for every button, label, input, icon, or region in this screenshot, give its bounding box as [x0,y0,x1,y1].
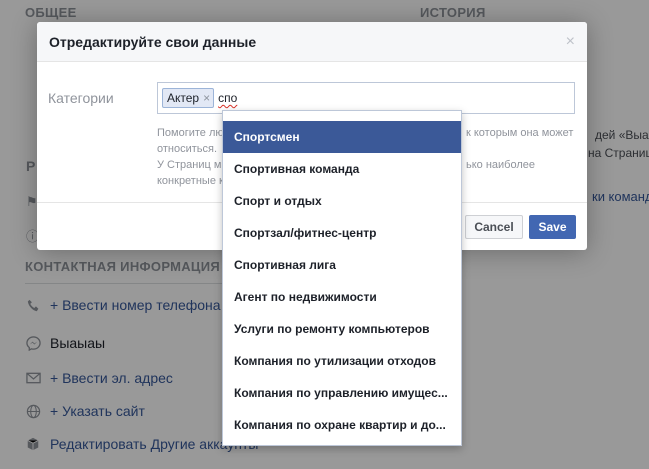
dialog-header: Отредактируйте свои данные × [37,22,587,62]
category-token: Актер × [162,88,215,108]
categories-label: Категории [48,90,114,106]
category-suggestions-dropdown: Спортсмен Спортивная команда Спорт и отд… [222,110,462,446]
cancel-button[interactable]: Cancel [465,215,523,239]
suggestion-item[interactable]: Компания по охране квартир и до... [223,409,461,441]
dialog-title: Отредактируйте свои данные [49,33,257,50]
suggestion-item[interactable]: Спортзал/фитнес-центр [223,217,461,249]
suggestion-item[interactable]: Спортсмен [223,121,461,153]
category-token-label: Актер [167,91,200,105]
suggestion-item[interactable]: Спортивная лига [223,249,461,281]
help-text-right: ько наиболее [466,159,536,171]
suggestion-item[interactable]: Услуги по ремонту компьютеров [223,313,461,345]
categories-typed-text[interactable]: спо [218,91,237,105]
remove-token-icon[interactable]: × [203,91,210,105]
close-icon[interactable]: × [566,33,575,50]
suggestion-item[interactable]: Агент по недвижимости [223,281,461,313]
suggestion-item[interactable]: Спорт и отдых [223,185,461,217]
suggestion-item[interactable]: Спортивная команда [223,153,461,185]
suggestion-item[interactable]: Компания по утилизации отходов [223,345,461,377]
suggestion-item[interactable]: Компания по управлению имущес... [223,377,461,409]
save-button[interactable]: Save [529,215,576,239]
help-text-right: к которым она может [466,127,574,139]
